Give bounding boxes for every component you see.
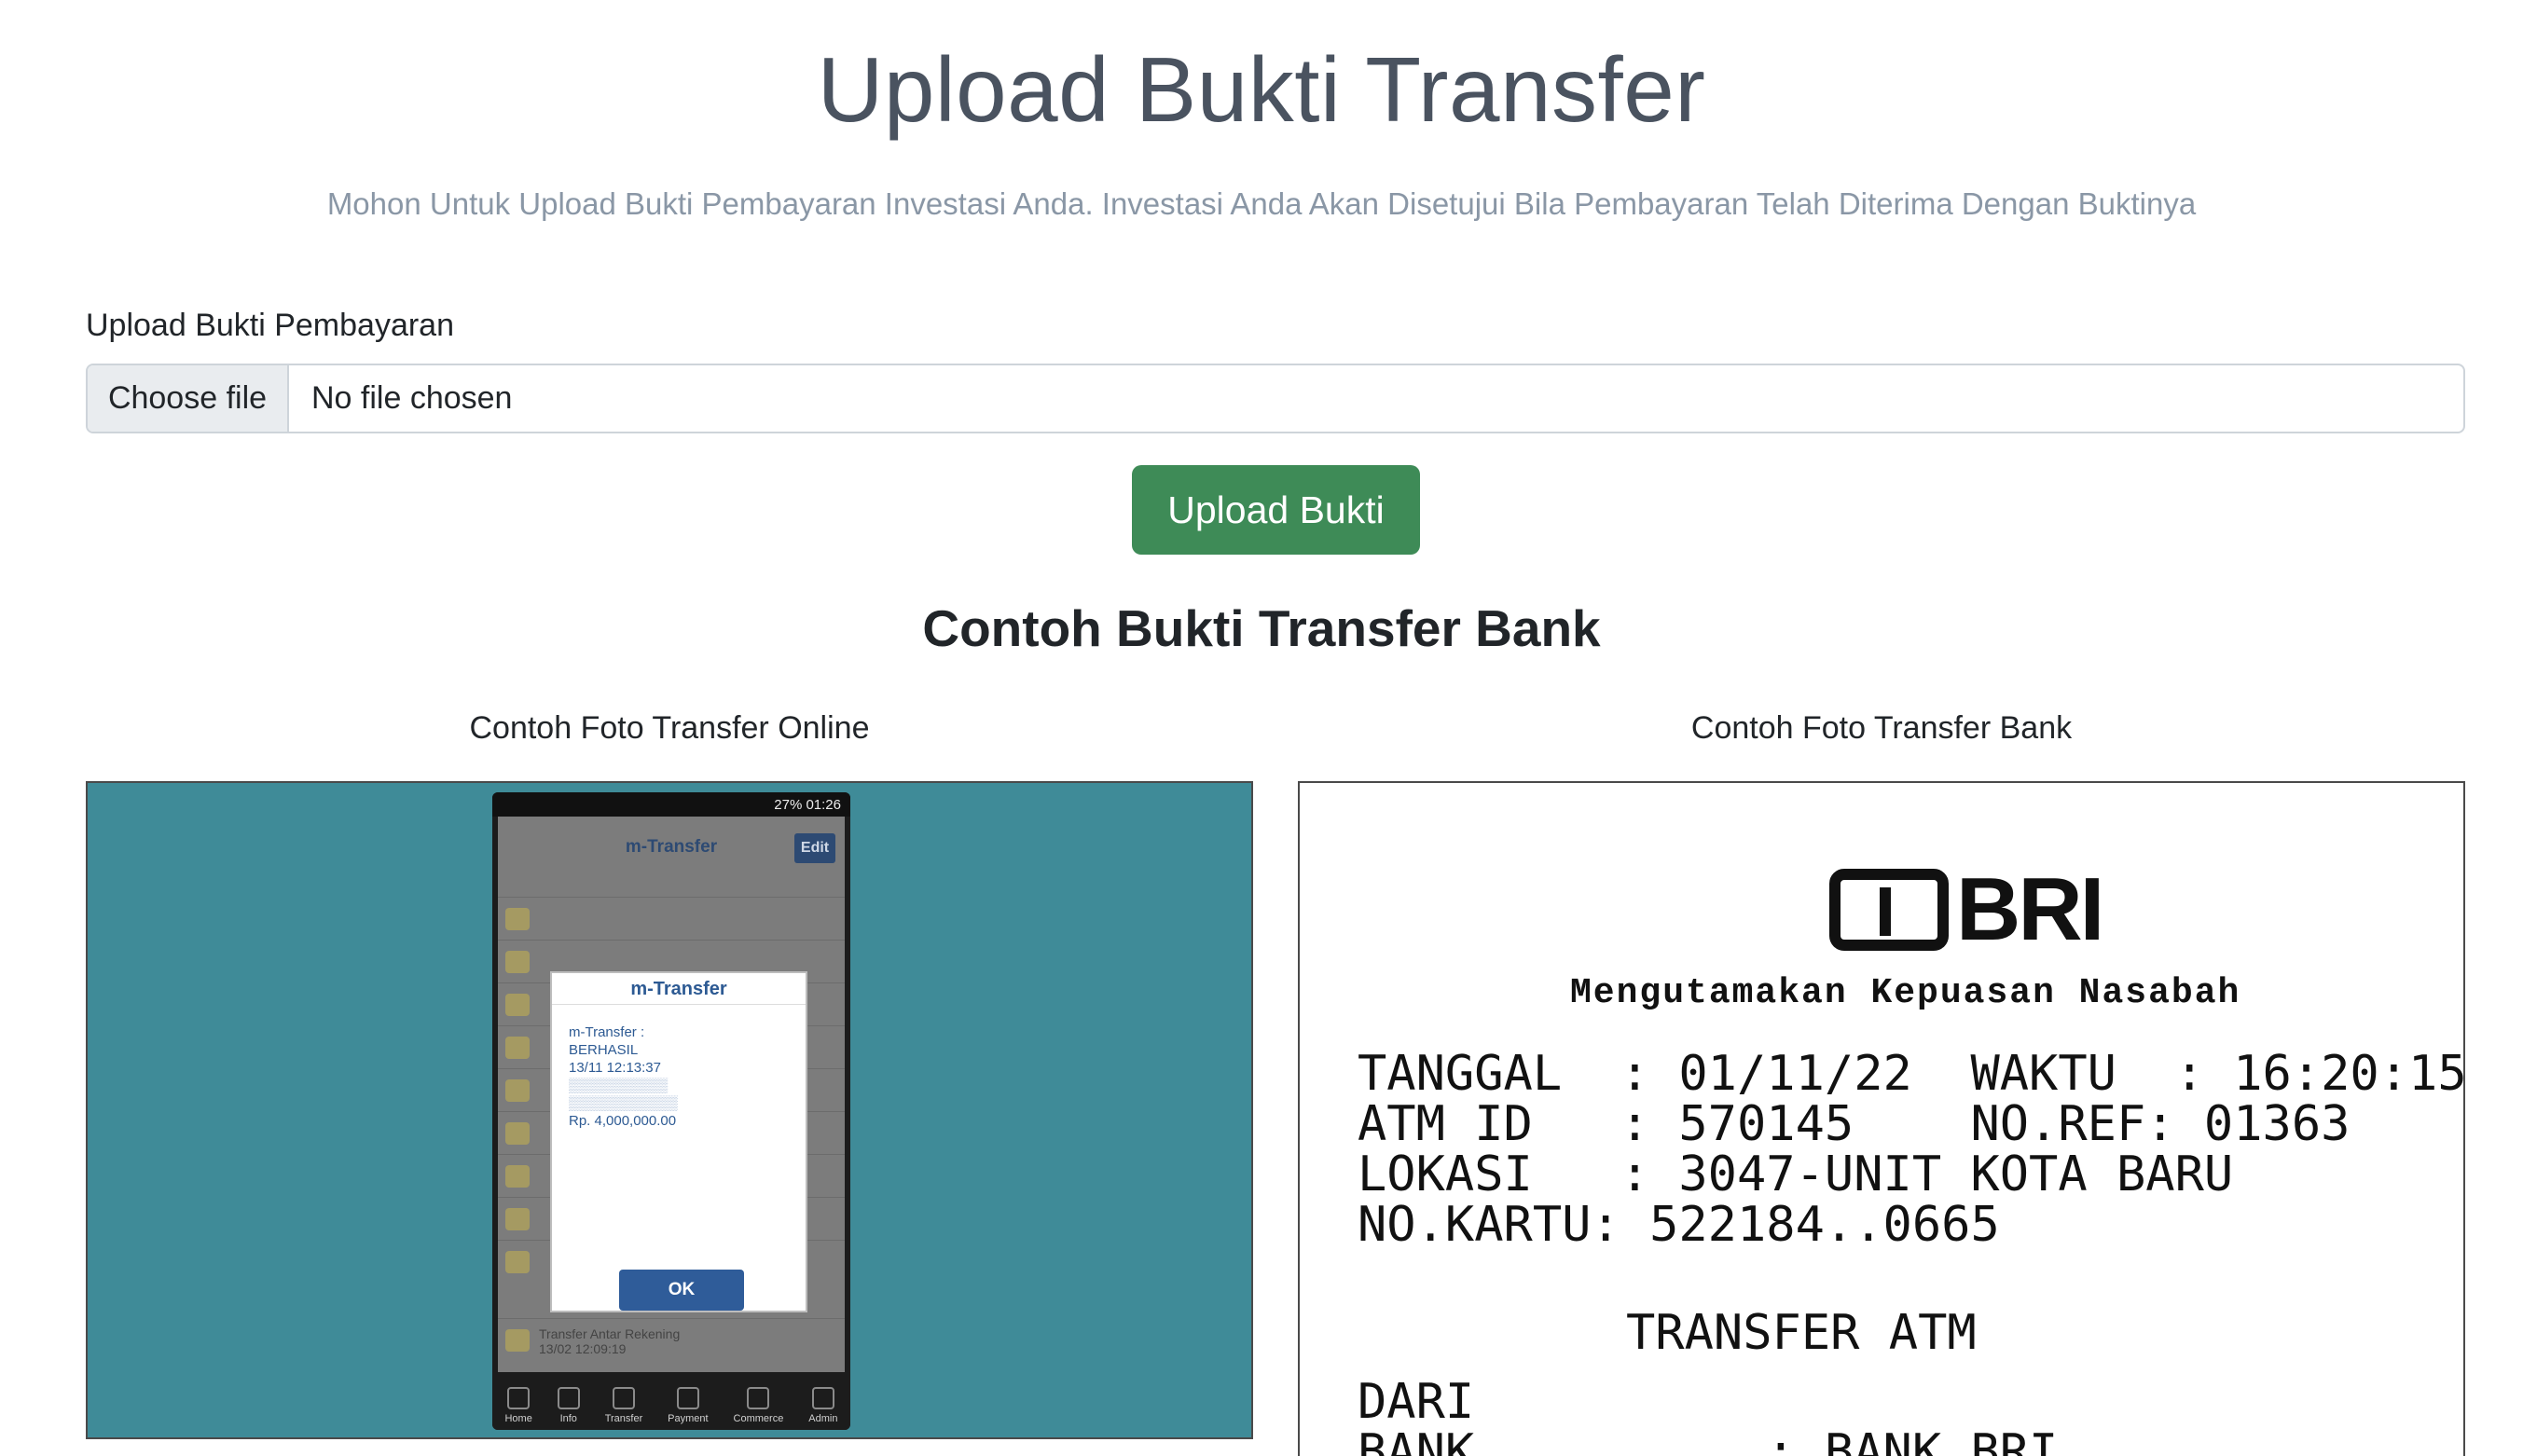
bri-logo-mark-icon: [1829, 869, 1949, 951]
list-icon: [505, 1329, 530, 1352]
file-status-text: No file chosen: [311, 380, 513, 416]
receipt-line-dari: DARI: [1358, 1374, 1475, 1430]
list-icon: [505, 1079, 530, 1102]
nav-payment: Payment: [668, 1387, 709, 1424]
list-icon: [505, 951, 530, 973]
examples-section-title: Contoh Bukti Transfer Bank: [922, 599, 1601, 657]
info-icon: [557, 1387, 580, 1409]
phone-list-row: [498, 897, 845, 940]
phone-app-title: m-Transfer: [625, 837, 718, 857]
phone-success-dialog: m-Transfer m-Transfer : BERHASIL 13/11 1…: [550, 971, 807, 1312]
dialog-line: m-Transfer :: [569, 1024, 645, 1040]
phone-row-label: Transfer Antar Rekening 13/02 12:09:19: [539, 1326, 681, 1356]
dialog-line: Rp. 4,000,000.00: [569, 1113, 677, 1129]
list-icon: [505, 1165, 530, 1188]
cart-icon: [747, 1387, 770, 1409]
list-icon: [505, 1251, 530, 1273]
admin-icon: [811, 1387, 834, 1409]
dialog-blurred-line: ▒▒▒▒▒▒▒▒▒▒▒: [569, 1095, 678, 1111]
bank-example-caption: Contoh Foto Transfer Bank: [1690, 710, 2073, 746]
file-input[interactable]: Choose file No file chosen: [86, 364, 2465, 433]
upload-page: Upload Bukti Transfer Mohon Untuk Upload…: [0, 0, 2523, 1456]
list-icon: [505, 908, 530, 930]
page-subtitle: Mohon Untuk Upload Bukti Pembayaran Inve…: [326, 186, 2197, 221]
dialog-title: m-Transfer: [552, 973, 806, 1005]
nav-home: Home: [504, 1387, 532, 1424]
nav-transfer: Transfer: [605, 1387, 642, 1424]
phone-list-row: Transfer Antar Rekening 13/02 12:09:19: [498, 1318, 845, 1361]
online-transfer-example-image: 27% 01:26 m-Transfer Edit Transfer Antar…: [86, 781, 1253, 1439]
upload-button[interactable]: Upload Bukti: [1132, 465, 1420, 555]
transfer-icon: [612, 1387, 635, 1409]
dialog-line: BERHASIL: [569, 1042, 639, 1058]
bank-transfer-example-image: BRI Mengutamakan Kepuasan Nasabah TANGGA…: [1298, 781, 2465, 1456]
list-icon: [505, 1122, 530, 1145]
nav-admin: Admin: [808, 1387, 837, 1424]
receipt-line-lokasi: LOKASI : 3047-UNIT KOTA BARU: [1358, 1147, 2234, 1202]
receipt-line-transfer: TRANSFER ATM: [1626, 1305, 1977, 1361]
list-icon: [505, 994, 530, 1016]
online-example-caption: Contoh Foto Transfer Online: [469, 710, 870, 746]
nav-info: Info: [557, 1387, 580, 1424]
bri-logo: BRI: [1829, 859, 2146, 959]
phone-screenshot: 27% 01:26 m-Transfer Edit Transfer Antar…: [492, 792, 850, 1430]
phone-screen: m-Transfer Edit Transfer Antar Rekening …: [498, 817, 845, 1372]
atm-receipt: BRI Mengutamakan Kepuasan Nasabah TANGGA…: [1300, 783, 2465, 1456]
dialog-line: 13/11 12:13:37: [569, 1060, 661, 1076]
receipt-line-atm-id: ATM ID : 570145 NO.REF: 01363: [1358, 1096, 2351, 1152]
payment-icon: [676, 1387, 699, 1409]
dialog-body: m-Transfer : BERHASIL 13/11 12:13:37 ▒▒▒…: [552, 1005, 806, 1130]
list-icon: [505, 1037, 530, 1059]
page-title: Upload Bukti Transfer: [817, 38, 1706, 141]
dialog-blurred-line: ▒▒▒▒▒▒▒▒▒▒: [569, 1078, 669, 1093]
phone-bottom-nav: Home Info Transfer Payment Commerce Admi…: [492, 1372, 850, 1430]
receipt-line-bank: BANK : BANK BRI: [1358, 1424, 2059, 1456]
receipt-motto: Mengutamakan Kepuasan Nasabah: [1570, 973, 2241, 1013]
list-icon: [505, 1208, 530, 1230]
phone-edit-button: Edit: [794, 833, 835, 863]
nav-commerce: Commerce: [734, 1387, 783, 1424]
receipt-line-tanggal: TANGGAL : 01/11/22 WAKTU : 16:20:15: [1358, 1046, 2465, 1102]
phone-app-header: m-Transfer Edit: [498, 817, 845, 878]
phone-status-bar: 27% 01:26: [492, 792, 850, 817]
receipt-line-no-kartu: NO.KARTU: 522184..0665: [1358, 1197, 2000, 1253]
upload-field-label: Upload Bukti Pembayaran: [86, 308, 455, 343]
dialog-ok-button: OK: [619, 1270, 744, 1311]
choose-file-button[interactable]: Choose file: [88, 365, 289, 432]
bri-logo-text: BRI: [1956, 859, 2104, 959]
home-icon: [507, 1387, 531, 1409]
